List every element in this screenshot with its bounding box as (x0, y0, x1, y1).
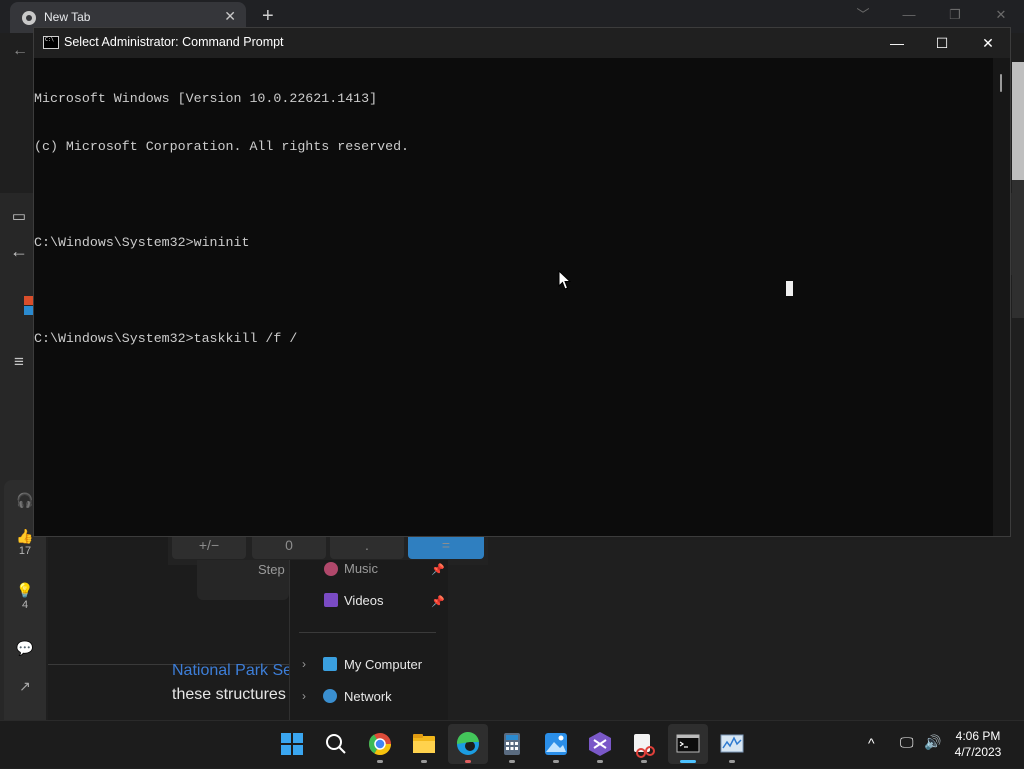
chrome-window-controls: ﹀ — ❐ ✕ (840, 0, 1024, 30)
pin-icon: 📌 (431, 596, 445, 608)
chrome-close-button[interactable]: ✕ (978, 0, 1024, 30)
running-indicator (553, 760, 559, 763)
chrome-back-icon[interactable]: ← (12, 42, 28, 60)
taskbar-resource-monitor[interactable] (712, 724, 752, 764)
chrome-tab-title: New Tab (44, 10, 91, 24)
music-folder-icon (324, 562, 338, 576)
share-icon[interactable]: ↗ (8, 678, 42, 695)
taskbar-file-explorer[interactable] (404, 724, 444, 764)
like-count: 17 (18, 545, 32, 557)
right-edge-panel-dark (1012, 180, 1024, 318)
expand-chevron-icon[interactable]: › (302, 689, 306, 703)
windows-start-icon (281, 733, 303, 755)
taskbar-edge[interactable] (448, 724, 488, 764)
cmd-line: (c) Microsoft Corporation. All rights re… (34, 139, 410, 154)
chrome-new-tab-button[interactable]: + (262, 5, 274, 28)
explorer-item-network[interactable]: Network (344, 689, 392, 704)
chrome-tab-search-icon[interactable]: ﹀ (840, 0, 886, 30)
running-indicator (597, 760, 603, 763)
network-status-icon[interactable]: 🖵 (900, 734, 914, 751)
cmd-minimize-button[interactable]: — (874, 28, 920, 58)
taskbar-snipping-tool[interactable] (624, 724, 664, 764)
taskbar-calculator[interactable] (492, 724, 532, 764)
lightbulb-icon: 💡 (16, 582, 34, 598)
resource-monitor-icon (720, 734, 744, 753)
computer-icon (323, 657, 337, 671)
network-icon (323, 689, 337, 703)
taskbar-command-prompt[interactable] (668, 724, 708, 764)
volume-icon[interactable]: 🔊 (924, 734, 941, 751)
mouse-pointer-icon (558, 270, 572, 290)
cmd-line-current-input[interactable]: C:\Windows\System32>taskkill /f / (34, 331, 409, 347)
explorer-item-videos[interactable]: Videos (344, 593, 384, 608)
text-cursor-caret (786, 281, 793, 296)
cmd-window-title: Select Administrator: Command Prompt (64, 35, 284, 49)
file-explorer-icon (413, 734, 435, 753)
edge-icon (456, 731, 479, 755)
thumbs-up-icon: 👍 (16, 528, 34, 544)
cmd-line: C:\Windows\System32>wininit (34, 235, 250, 250)
cmd-line (34, 187, 409, 203)
cmd-maximize-button[interactable]: ☐ (919, 28, 965, 58)
chrome-tab-close-icon[interactable]: ✕ (224, 8, 236, 25)
expand-chevron-icon[interactable]: › (302, 657, 306, 671)
chrome-restore-button[interactable]: ❐ (932, 0, 978, 30)
explorer-item-my-computer[interactable]: My Computer (344, 657, 422, 672)
clock-date[interactable]: 4/7/2023 (950, 745, 1006, 759)
calc-key-negate[interactable]: +/− (172, 537, 246, 559)
idea-button[interactable]: 💡 4 (8, 582, 42, 611)
article-link[interactable]: National Park Se (172, 662, 292, 680)
start-button[interactable] (272, 724, 312, 764)
running-indicator (729, 760, 735, 763)
steps-label: Step (258, 562, 285, 577)
idea-count: 4 (21, 599, 29, 611)
calc-key-equals[interactable]: = (408, 537, 484, 559)
cmd-close-button[interactable]: ✕ (965, 28, 1011, 58)
running-indicator (377, 760, 383, 763)
show-hidden-icons-chevron-icon[interactable]: ^ (868, 735, 875, 751)
videos-folder-icon (324, 593, 338, 607)
chrome-tab-favicon-icon (22, 11, 36, 25)
pin-icon: 📌 (431, 564, 445, 576)
chrome-minimize-button[interactable]: — (886, 0, 932, 30)
taskbar-visual-studio[interactable] (580, 724, 620, 764)
chrome-icon (368, 733, 391, 755)
taskbar-search-button[interactable] (316, 724, 356, 764)
cmd-scrollbar[interactable] (993, 58, 1010, 536)
running-indicator (509, 760, 515, 763)
running-indicator (421, 760, 427, 763)
command-prompt-window: Select Administrator: Command Prompt — ☐… (33, 27, 1011, 537)
cmd-scrollbar-thumb[interactable] (1000, 74, 1002, 92)
visual-studio-icon (589, 732, 611, 756)
taskbar-photos[interactable] (536, 724, 576, 764)
photos-icon (545, 733, 567, 755)
snipping-tool-icon (634, 734, 655, 758)
calc-key-zero[interactable]: 0 (252, 537, 326, 559)
taskbar-chrome[interactable] (360, 724, 400, 764)
explorer-item-music[interactable]: Music (344, 561, 378, 576)
comment-icon[interactable]: 💬 (8, 640, 42, 657)
right-edge-panel (1012, 62, 1024, 180)
command-prompt-icon (676, 734, 700, 753)
hamburger-menu-icon[interactable]: ≡ (6, 352, 32, 372)
page-back-icon[interactable]: ← (6, 241, 32, 262)
active-window-indicator (680, 760, 696, 763)
sidebar-panel-icon[interactable]: ▭ (6, 207, 32, 225)
running-indicator (641, 760, 647, 763)
search-icon (326, 734, 346, 754)
explorer-divider (299, 632, 436, 633)
cmd-console-area[interactable]: Microsoft Windows [Version 10.0.22621.14… (34, 58, 994, 536)
cmd-output: Microsoft Windows [Version 10.0.22621.14… (34, 59, 409, 379)
article-text: these structures (172, 686, 286, 703)
calculator-icon (504, 733, 520, 755)
cmd-app-icon (43, 36, 59, 49)
clock-time[interactable]: 4:06 PM (950, 729, 1006, 743)
cmd-line (34, 283, 409, 299)
calc-key-decimal[interactable]: . (330, 537, 404, 559)
cmd-title-bar[interactable]: Select Administrator: Command Prompt — ☐… (34, 28, 1010, 58)
cmd-line: Microsoft Windows [Version 10.0.22621.14… (34, 91, 378, 106)
running-indicator (465, 760, 471, 763)
